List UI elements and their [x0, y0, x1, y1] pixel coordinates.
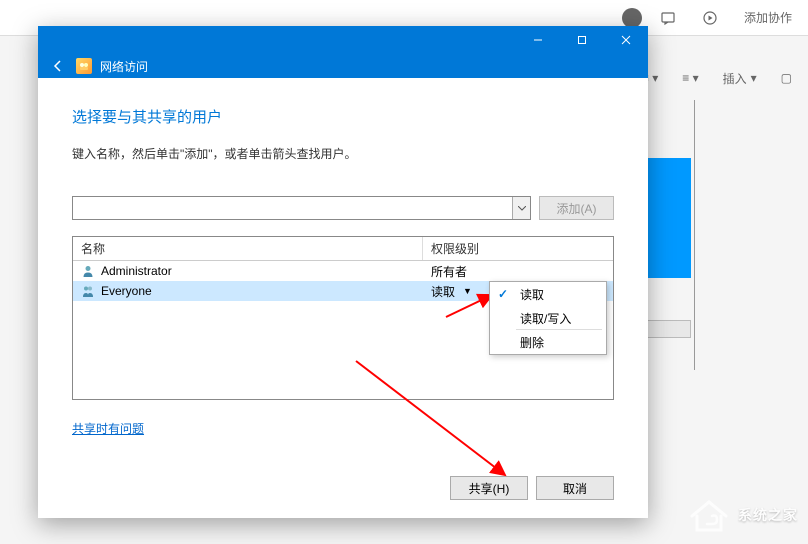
play-icon[interactable]: [694, 6, 726, 30]
close-button[interactable]: [604, 26, 648, 54]
add-collaborator-button[interactable]: 添加协作: [736, 5, 800, 30]
users-table: 名称 权限级别 Administrator 所有者: [72, 236, 614, 400]
share-button[interactable]: 共享(H): [450, 476, 528, 500]
minimize-button[interactable]: [516, 26, 560, 54]
watermark-logo-icon: [688, 496, 730, 534]
user-icon: [81, 264, 95, 278]
user-permission: 所有者: [431, 263, 467, 280]
menu-item-read[interactable]: ✓ 读取: [490, 282, 606, 306]
watermark: 系统之家: [688, 496, 798, 534]
maximize-button[interactable]: [560, 26, 604, 54]
user-name: Everyone: [101, 284, 152, 298]
table-header: 名称 权限级别: [73, 237, 613, 261]
insert-menu[interactable]: 插入 ▾: [715, 66, 765, 91]
dialog-navbar: 网络访问: [38, 54, 648, 78]
network-access-icon: [76, 58, 92, 74]
combo-dropdown-button[interactable]: [512, 197, 530, 219]
permission-menu: ✓ 读取 读取/写入 删除: [489, 281, 607, 355]
dialog-title: 网络访问: [100, 58, 148, 75]
numbered-list-icon[interactable]: ≡ ▾: [674, 67, 706, 89]
dialog-subtext: 键入名称，然后单击"添加"，或者单击箭头查找用户。: [72, 145, 614, 162]
network-access-dialog: 网络访问 选择要与其共享的用户 键入名称，然后单击"添加"，或者单击箭头查找用户…: [38, 26, 648, 518]
menu-item-delete[interactable]: 删除: [490, 330, 606, 354]
back-icon[interactable]: [48, 59, 68, 73]
chat-icon[interactable]: [652, 6, 684, 30]
user-permission: 读取: [431, 283, 455, 300]
column-permission[interactable]: 权限级别: [423, 237, 613, 260]
chevron-down-icon[interactable]: ▼: [463, 286, 472, 296]
add-button[interactable]: 添加(A): [539, 196, 614, 220]
user-combo-input[interactable]: [72, 196, 531, 220]
menu-item-read-write[interactable]: 读取/写入: [490, 306, 606, 330]
cancel-button[interactable]: 取消: [536, 476, 614, 500]
table-row[interactable]: Administrator 所有者: [73, 261, 613, 281]
user-name: Administrator: [101, 264, 172, 278]
titlebar: [38, 26, 648, 54]
dialog-heading: 选择要与其共享的用户: [72, 106, 614, 127]
group-icon: [81, 284, 95, 298]
watermark-text: 系统之家: [738, 505, 798, 525]
check-icon: ✓: [498, 287, 508, 301]
help-link[interactable]: 共享时有问题: [72, 420, 144, 437]
column-name[interactable]: 名称: [73, 237, 423, 260]
box-icon[interactable]: ▢: [773, 67, 800, 89]
background-border: [691, 100, 695, 370]
avatar[interactable]: [622, 8, 642, 28]
